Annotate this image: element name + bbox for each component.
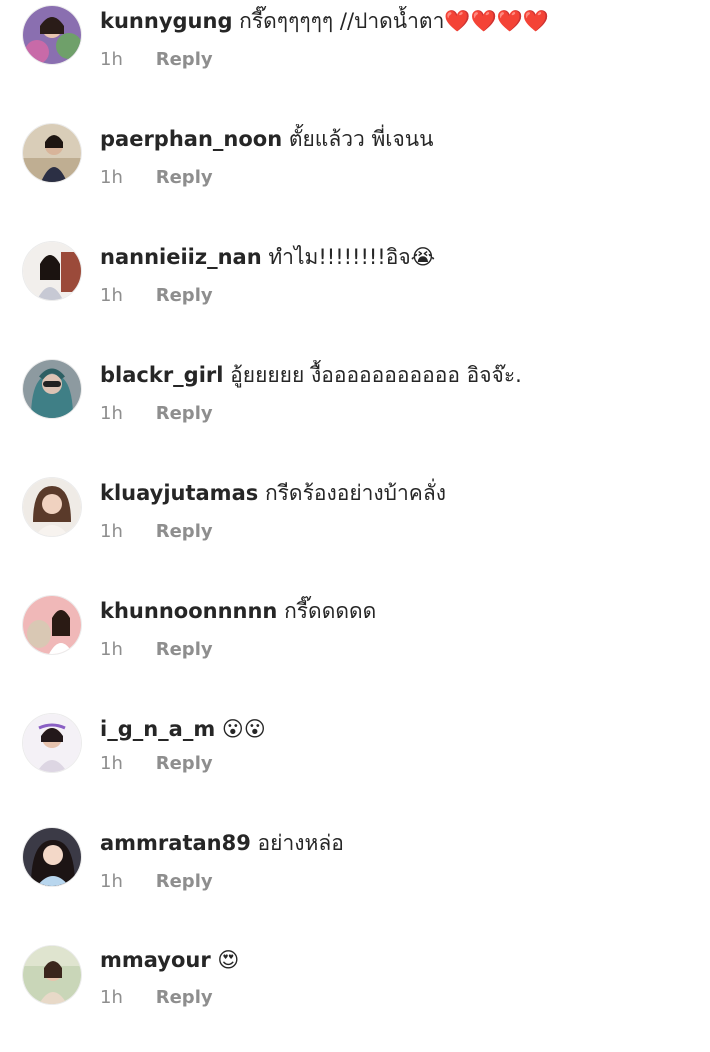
comment-item: blackr_girl อู้ยยยยย งื้อออออออออออ อิจจ… (0, 354, 710, 464)
reply-button[interactable]: Reply (156, 871, 213, 892)
timestamp: 1h (100, 987, 123, 1008)
username-link[interactable]: ammratan89 (100, 831, 251, 855)
comment-text-line: kluayjutamas กรีดร้องอย่างบ้าคลั่ง (100, 478, 698, 508)
comment-item: kunnygung กรี๊ดๆๆๆๆๆ //ปาดน้ำตา❤️❤️❤️❤️ … (0, 0, 710, 110)
avatar[interactable] (23, 124, 81, 182)
comment-text-line: khunnoonnnnn กรี๊ดดดดด (100, 596, 698, 626)
username-link[interactable]: nannieiiz_nan (100, 245, 262, 269)
reply-button[interactable]: Reply (156, 49, 213, 70)
username-link[interactable]: khunnoonnnnn (100, 599, 277, 623)
comment-text: กรี๊ดๆๆๆๆๆ //ปาดน้ำตา❤️❤️❤️❤️ (239, 9, 549, 33)
reply-button[interactable]: Reply (156, 987, 213, 1008)
username-link[interactable]: kunnygung (100, 9, 232, 33)
comment-text-line: i_g_n_a_m 😮😮 (100, 714, 698, 744)
comment-text-line: blackr_girl อู้ยยยยย งื้อออออออออออ อิจจ… (100, 360, 698, 390)
username-link[interactable]: i_g_n_a_m (100, 717, 215, 741)
comment-text: อย่างหล่อ (257, 831, 344, 855)
comment-meta: 1h Reply (100, 48, 213, 72)
reply-button[interactable]: Reply (156, 753, 213, 774)
avatar[interactable] (23, 478, 81, 536)
comment-meta: 1h Reply (100, 520, 213, 544)
avatar[interactable] (23, 242, 81, 300)
comment-meta: 1h Reply (100, 752, 213, 776)
avatar[interactable] (23, 360, 81, 418)
avatar[interactable] (23, 6, 81, 64)
timestamp: 1h (100, 285, 123, 306)
comment-item: paerphan_noon ตั้ยแล้วว พี่เจนน 1h Reply (0, 118, 710, 228)
comment-meta: 1h Reply (100, 402, 213, 426)
comment-item: khunnoonnnnn กรี๊ดดดดด 1h Reply (0, 590, 710, 700)
timestamp: 1h (100, 167, 123, 188)
username-link[interactable]: mmayour (100, 948, 211, 972)
username-link[interactable]: paerphan_noon (100, 127, 282, 151)
comment-item: mmayour 😍 1h Reply (0, 942, 710, 1052)
comment-text: 😮😮 (221, 717, 266, 741)
username-link[interactable]: blackr_girl (100, 363, 223, 387)
timestamp: 1h (100, 753, 123, 774)
reply-button[interactable]: Reply (156, 167, 213, 188)
timestamp: 1h (100, 403, 123, 424)
comment-item: i_g_n_a_m 😮😮 1h Reply (0, 708, 710, 818)
comment-text: ตั้ยแล้วว พี่เจนน (288, 127, 434, 151)
comment-item: kluayjutamas กรีดร้องอย่างบ้าคลั่ง 1h Re… (0, 472, 710, 582)
comment-item: nannieiiz_nan ทำไม!!!!!!!!อิจ😭 1h Reply (0, 236, 710, 346)
comment-text-line: mmayour 😍 (100, 945, 698, 975)
reply-button[interactable]: Reply (156, 639, 213, 660)
comment-item: ammratan89 อย่างหล่อ 1h Reply (0, 826, 710, 936)
timestamp: 1h (100, 521, 123, 542)
comment-meta: 1h Reply (100, 638, 213, 662)
comment-text-line: kunnygung กรี๊ดๆๆๆๆๆ //ปาดน้ำตา❤️❤️❤️❤️ (100, 6, 698, 36)
comment-text: อู้ยยยยย งื้อออออออออออ อิจจ๊ะ. (230, 363, 522, 387)
comment-text-line: ammratan89 อย่างหล่อ (100, 828, 698, 858)
username-link[interactable]: kluayjutamas (100, 481, 258, 505)
comment-text: กรี๊ดดดดด (284, 599, 377, 623)
comment-text: 😍 (217, 948, 240, 972)
avatar[interactable] (23, 946, 81, 1004)
timestamp: 1h (100, 49, 123, 70)
comment-text-line: paerphan_noon ตั้ยแล้วว พี่เจนน (100, 124, 698, 154)
comment-text: ทำไม!!!!!!!!อิจ😭 (268, 245, 436, 269)
reply-button[interactable]: Reply (156, 403, 213, 424)
comment-text-line: nannieiiz_nan ทำไม!!!!!!!!อิจ😭 (100, 242, 698, 272)
avatar[interactable] (23, 714, 81, 772)
reply-button[interactable]: Reply (156, 521, 213, 542)
comment-meta: 1h Reply (100, 166, 213, 190)
avatar[interactable] (23, 828, 81, 886)
comment-text: กรีดร้องอย่างบ้าคลั่ง (264, 481, 446, 505)
timestamp: 1h (100, 639, 123, 660)
comment-meta: 1h Reply (100, 284, 213, 308)
avatar[interactable] (23, 596, 81, 654)
timestamp: 1h (100, 871, 123, 892)
comment-meta: 1h Reply (100, 986, 213, 1010)
comment-meta: 1h Reply (100, 870, 213, 894)
reply-button[interactable]: Reply (156, 285, 213, 306)
